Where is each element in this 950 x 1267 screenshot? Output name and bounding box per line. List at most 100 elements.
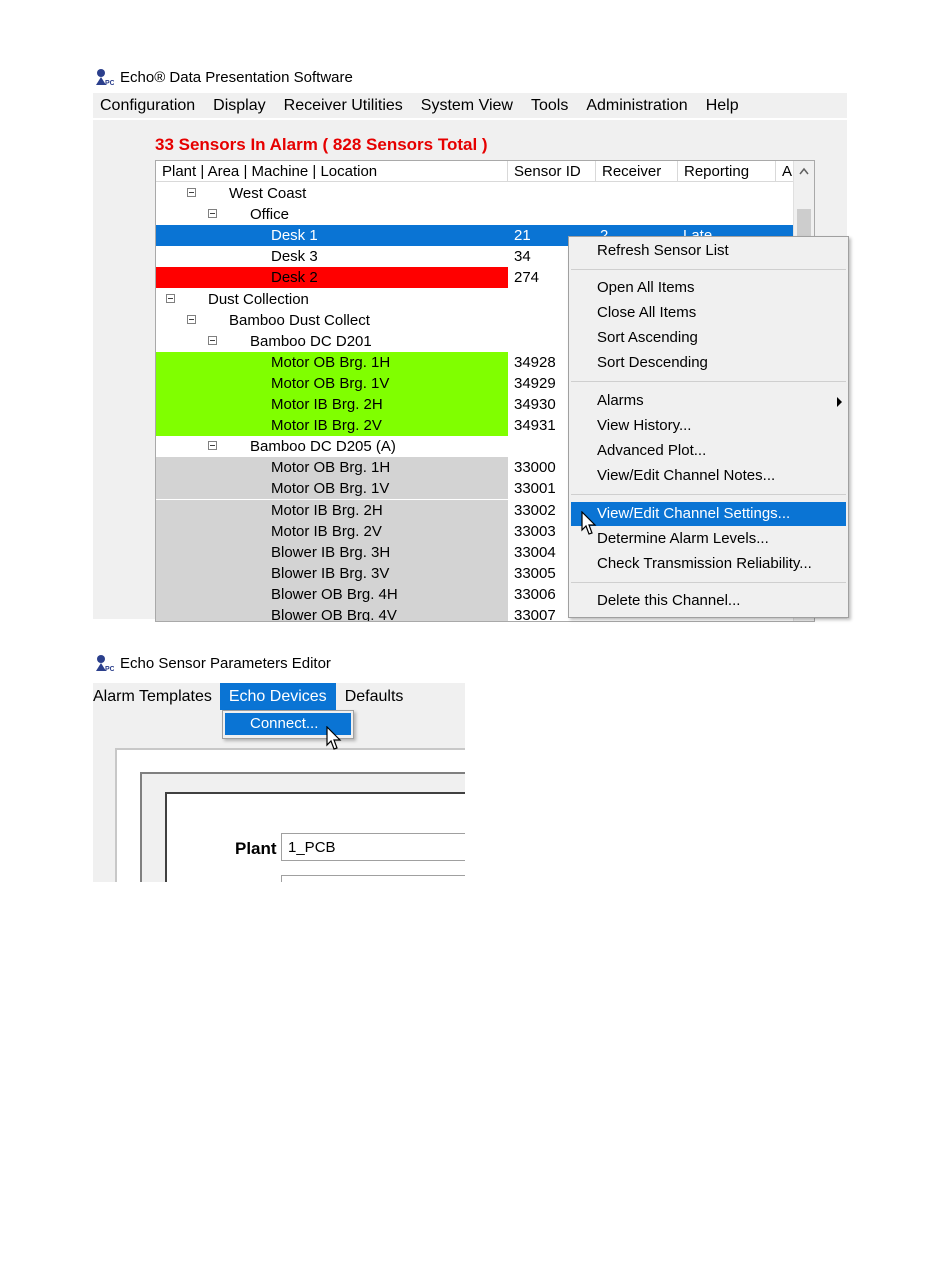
collapse-toggle-icon[interactable] xyxy=(187,188,196,197)
window-title-bar: PCB Echo® Data Presentation Software xyxy=(94,66,353,88)
ctx-refresh-sensor-list[interactable]: Refresh Sensor List xyxy=(571,239,846,263)
menu-help[interactable]: Help xyxy=(697,93,748,118)
tree-row-location[interactable]: West Coast xyxy=(156,183,508,204)
tree-row-label: Motor OB Brg. 1V xyxy=(271,374,390,392)
tree-row-label: Motor IB Brg. 2V xyxy=(271,522,382,540)
tree-row-location[interactable]: Desk 2 xyxy=(156,267,508,289)
collapse-toggle-icon[interactable] xyxy=(166,293,175,303)
editor-title: Echo Sensor Parameters Editor xyxy=(120,654,331,672)
ctx-sort-descending[interactable]: Sort Descending xyxy=(571,351,846,375)
scroll-up-arrow-icon[interactable] xyxy=(799,167,809,175)
ctx-determine-alarm-levels[interactable]: Determine Alarm Levels... xyxy=(571,527,846,551)
tree-row-label: Motor OB Brg. 1H xyxy=(271,459,391,477)
menu-defaults[interactable]: Defaults xyxy=(336,683,413,710)
tree-row-location[interactable]: Blower IB Brg. 3V xyxy=(156,562,508,584)
menu-configuration[interactable]: Configuration xyxy=(93,93,204,118)
menu-tools[interactable]: Tools xyxy=(522,93,577,118)
tree-row-label: Motor OB Brg. 1V xyxy=(271,480,390,498)
window-title: Echo® Data Presentation Software xyxy=(120,68,353,86)
ctx-check-transmission-reliability[interactable]: Check Transmission Reliability... xyxy=(571,552,846,576)
column-header-a[interactable]: A xyxy=(776,161,794,182)
menu-system-view[interactable]: System View xyxy=(412,93,522,118)
tree-row-location[interactable]: Motor OB Brg. 1H xyxy=(156,457,508,479)
tree-row-label: Motor IB Brg. 2H xyxy=(271,501,383,519)
ctx-alarms-label: Alarms xyxy=(597,392,644,409)
context-menu: Refresh Sensor List Open All Items Close… xyxy=(568,236,849,618)
tree-row-label: Blower OB Brg. 4H xyxy=(271,585,398,603)
column-header-reporting[interactable]: Reporting xyxy=(678,161,776,182)
ctx-view-history[interactable]: View History... xyxy=(571,414,846,438)
ctx-advanced-plot[interactable]: Advanced Plot... xyxy=(571,439,846,463)
plant-label: Plant xyxy=(235,839,277,858)
tree-row-location[interactable]: Desk 1 xyxy=(156,225,508,247)
tree-row-location[interactable]: Motor IB Brg. 2H xyxy=(156,499,508,521)
tree-row-label: West Coast xyxy=(229,185,307,202)
column-header-sensor-id[interactable]: Sensor ID xyxy=(508,161,596,182)
editor-title-bar: PCB Echo Sensor Parameters Editor xyxy=(94,652,331,674)
tree-row-sensor-id xyxy=(514,183,598,204)
tree-row-label: Blower OB Brg. 4V xyxy=(271,607,397,622)
tree-row-label: Motor IB Brg. 2V xyxy=(271,417,382,435)
ctx-view-edit-channel-settings[interactable]: View/Edit Channel Settings... xyxy=(571,502,846,526)
tree-row-location[interactable]: Desk 3 xyxy=(156,246,508,267)
main-menu-bar: Configuration Display Receiver Utilities… xyxy=(93,93,847,118)
menu-administration[interactable]: Administration xyxy=(577,93,696,118)
ctx-sort-ascending[interactable]: Sort Ascending xyxy=(571,326,846,350)
collapse-toggle-icon[interactable] xyxy=(208,209,217,219)
tree-row-location[interactable]: Motor IB Brg. 2H xyxy=(156,394,508,415)
echo-app-icon: PCB xyxy=(96,655,114,672)
ctx-separator xyxy=(571,582,846,583)
tree-row-label: Desk 1 xyxy=(271,227,318,245)
tree-row-location[interactable]: Motor IB Brg. 2V xyxy=(156,415,508,437)
column-header-receiver[interactable]: Receiver xyxy=(596,161,678,182)
collapse-toggle-icon[interactable] xyxy=(208,441,217,451)
column-header-location[interactable]: Plant | Area | Machine | Location xyxy=(156,161,508,182)
collapse-toggle-icon[interactable] xyxy=(187,314,196,324)
menu-display[interactable]: Display xyxy=(204,93,274,118)
tree-row-label: Bamboo Dust Collect xyxy=(229,311,370,329)
echo-app-icon: PCB xyxy=(96,69,114,86)
tree-row-location[interactable]: Motor OB Brg. 1H xyxy=(156,351,508,373)
tree-row-location[interactable]: Blower OB Brg. 4V xyxy=(156,605,508,622)
submenu-arrow-icon xyxy=(837,397,842,407)
tree-row-label: Bamboo DC D201 xyxy=(250,332,372,350)
tree-row-location[interactable]: Bamboo Dust Collect xyxy=(156,310,508,331)
menu-echo-devices[interactable]: Echo Devices xyxy=(219,683,336,710)
svg-text:PCB: PCB xyxy=(105,666,114,672)
tree-row-receiver xyxy=(600,204,680,225)
tree-row-label: Blower IB Brg. 3V xyxy=(271,564,390,582)
ctx-close-all-items[interactable]: Close All Items xyxy=(571,301,846,325)
ctx-view-edit-channel-notes[interactable]: View/Edit Channel Notes... xyxy=(571,464,846,488)
tree-row-label: Bamboo DC D205 (A) xyxy=(250,438,396,456)
tree-row-location[interactable]: Office xyxy=(156,204,508,225)
menu-receiver-utilities[interactable]: Receiver Utilities xyxy=(275,93,412,118)
tree-row-location[interactable]: Blower OB Brg. 4H xyxy=(156,583,508,605)
ctx-alarms[interactable]: Alarms xyxy=(571,389,846,413)
tree-row-location[interactable]: Dust Collection xyxy=(156,289,508,310)
tree-row[interactable]: Office xyxy=(156,204,793,225)
tree-row-label: Motor OB Brg. 1H xyxy=(271,353,391,371)
tree-row-label: Office xyxy=(250,206,289,224)
tree-row-location[interactable]: Motor OB Brg. 1V xyxy=(156,372,508,394)
ctx-delete-this-channel[interactable]: Delete this Channel... xyxy=(571,589,846,613)
svg-text:PCB: PCB xyxy=(105,80,114,86)
tree-row-reporting xyxy=(683,204,783,225)
tree-row-label: Blower IB Brg. 3H xyxy=(271,543,391,561)
tree-row[interactable]: West Coast xyxy=(156,183,793,204)
ctx-separator xyxy=(571,381,846,382)
tree-row-location[interactable]: Bamboo DC D201 xyxy=(156,331,508,352)
tree-row-location[interactable]: Bamboo DC D205 (A) xyxy=(156,436,508,457)
next-field[interactable] xyxy=(281,875,465,882)
tree-row-label: Desk 3 xyxy=(271,248,318,266)
plant-field[interactable]: 1_PCB xyxy=(281,833,465,861)
collapse-toggle-icon[interactable] xyxy=(208,335,217,345)
tree-row-reporting xyxy=(683,183,783,204)
menu-alarm-templates[interactable]: Alarm Templates xyxy=(93,683,220,710)
ctx-separator xyxy=(571,494,846,495)
tree-row-sensor-id xyxy=(514,204,598,225)
tree-row-location[interactable]: Motor OB Brg. 1V xyxy=(156,478,508,500)
tree-row-location[interactable]: Motor IB Brg. 2V xyxy=(156,520,508,542)
tree-row-label: Dust Collection xyxy=(208,290,309,308)
tree-row-location[interactable]: Blower IB Brg. 3H xyxy=(156,541,508,563)
ctx-open-all-items[interactable]: Open All Items xyxy=(571,276,846,300)
